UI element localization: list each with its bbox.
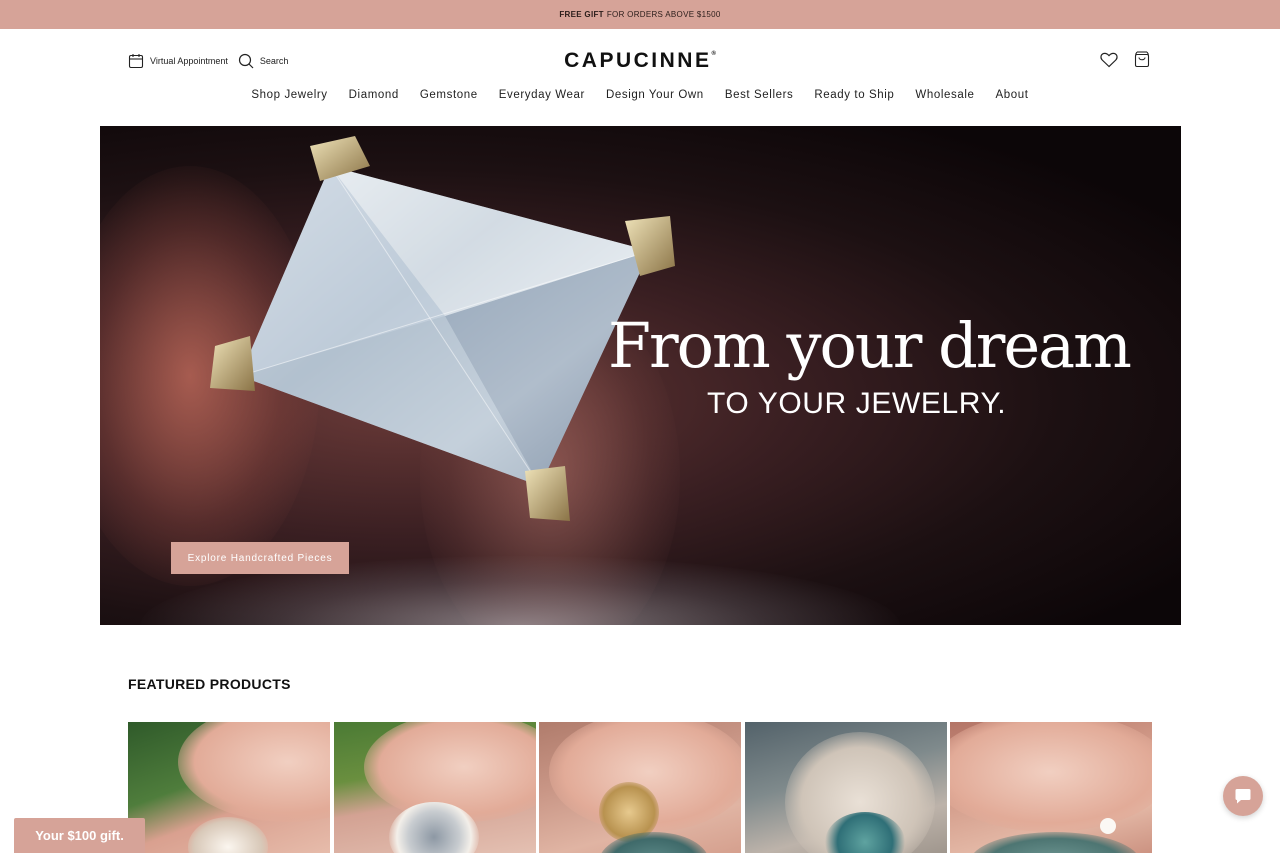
nav-item-design-your-own[interactable]: Design Your Own — [606, 89, 704, 101]
product-image — [178, 722, 330, 822]
chat-icon — [1235, 789, 1251, 804]
nav-item-gemstone[interactable]: Gemstone — [420, 89, 478, 101]
heart-icon — [1100, 52, 1118, 67]
chat-button[interactable] — [1223, 776, 1263, 816]
nav-item-ready-to-ship[interactable]: Ready to Ship — [814, 89, 894, 101]
shopping-bag-icon — [1134, 51, 1150, 68]
product-image — [1100, 818, 1116, 834]
featured-products-heading: FEATURED PRODUCTS — [128, 676, 291, 692]
header-utilities-right — [1100, 51, 1150, 68]
nav-item-diamond[interactable]: Diamond — [349, 89, 399, 101]
nav-item-wholesale[interactable]: Wholesale — [915, 89, 974, 101]
hero-subtitle: TO YOUR JEWELRY. — [707, 387, 1007, 420]
nav-item-best-sellers[interactable]: Best Sellers — [725, 89, 794, 101]
product-card[interactable] — [333, 722, 536, 853]
explore-handcrafted-button[interactable]: Explore Handcrafted Pieces — [171, 542, 349, 574]
logo-registered-mark: ® — [711, 51, 716, 57]
promo-highlight: FREE GIFT — [559, 10, 604, 19]
site-header: Virtual Appointment Search CAPUCINNE® Sh… — [0, 29, 1280, 126]
nav-item-everyday-wear[interactable]: Everyday Wear — [499, 89, 585, 101]
gift-offer-tab[interactable]: Your $100 gift. — [14, 818, 145, 853]
product-card[interactable] — [950, 722, 1152, 853]
hero-banner: From your dream TO YOUR JEWELRY. Explore… — [100, 126, 1181, 625]
wishlist-button[interactable] — [1100, 52, 1118, 68]
featured-products-grid — [128, 722, 1152, 853]
main-nav: Shop Jewelry Diamond Gemstone Everyday W… — [0, 89, 1280, 101]
promo-text: FOR ORDERS ABOVE $1500 — [606, 10, 721, 19]
cart-button[interactable] — [1134, 51, 1150, 68]
promo-bar: FREE GIFT FOR ORDERS ABOVE $1500 — [0, 0, 1280, 29]
product-image — [188, 817, 268, 853]
product-card[interactable] — [744, 722, 947, 853]
nav-item-about[interactable]: About — [996, 89, 1029, 101]
product-image — [950, 722, 1152, 832]
product-card[interactable] — [128, 722, 330, 853]
site-logo[interactable]: CAPUCINNE® — [0, 49, 1280, 73]
product-card[interactable] — [539, 722, 741, 853]
logo-text: CAPUCINNE — [564, 49, 712, 72]
hero-title: From your dream — [608, 309, 1132, 382]
product-image — [970, 832, 1140, 853]
nav-item-shop-jewelry[interactable]: Shop Jewelry — [251, 89, 327, 101]
